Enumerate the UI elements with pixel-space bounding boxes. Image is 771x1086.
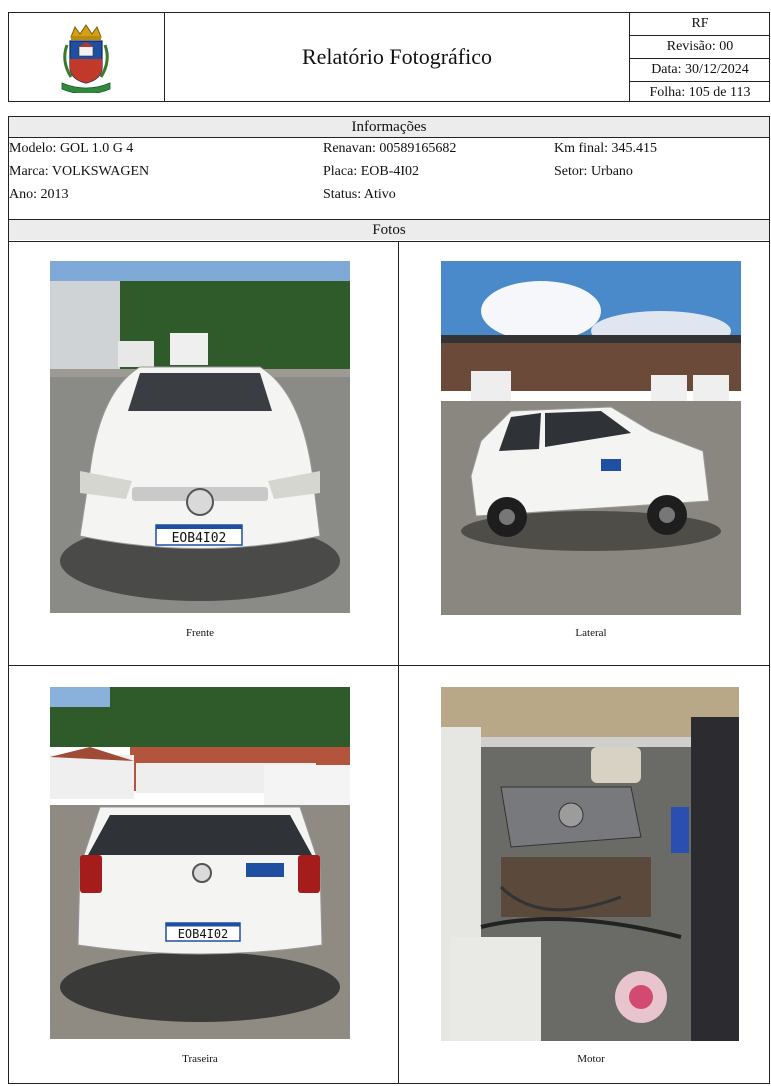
- caption-front: Frente: [185, 627, 215, 639]
- grid-divider-vertical: [398, 241, 399, 1083]
- photo-engine: [441, 687, 739, 1041]
- photos-section-title: Fotos: [9, 219, 769, 240]
- info-section-title: Informações: [9, 117, 769, 138]
- municipal-coat-of-arms-icon: [61, 24, 111, 93]
- vehicle-model: Modelo: GOL 1.0 G 4: [9, 141, 134, 156]
- photo-front: EOB4I02: [50, 261, 350, 613]
- vehicle-plate: Placa: EOB-4I02: [323, 164, 420, 179]
- vehicle-brand: Marca: VOLKSWAGEN: [9, 164, 150, 179]
- vehicle-year: Ano: 2013: [9, 187, 69, 202]
- report-header: Relatório Fotográfico RF Revisão: 00 Dat…: [8, 12, 770, 102]
- logo-cell: [9, 13, 165, 101]
- photo-side: [441, 261, 741, 615]
- front-plate-text: EOB4I02: [172, 531, 227, 546]
- caption-side: Lateral: [575, 627, 607, 639]
- vehicle-renavan: Renavan: 00589165682: [323, 141, 457, 156]
- document-revision: Revisão: 00: [630, 36, 770, 59]
- document-code: RF: [630, 13, 770, 36]
- document-sheet: Folha: 105 de 113: [649, 85, 751, 100]
- photo-rear: EOB4I02: [50, 687, 350, 1039]
- vehicle-sector: Setor: Urbano: [554, 164, 633, 179]
- vehicle-km-final: Km final: 345.415: [554, 141, 658, 156]
- vehicle-status: Status: Ativo: [323, 187, 396, 202]
- document-meta: RF Revisão: 00 Data: 30/12/2024 Folha: 1…: [630, 13, 770, 101]
- vehicle-info-section: Informações Modelo: GOL 1.0 G 4 Marca: V…: [8, 116, 770, 242]
- caption-engine: Motor: [577, 1053, 605, 1065]
- caption-rear: Traseira: [182, 1053, 218, 1065]
- grid-divider-horizontal: [9, 665, 769, 666]
- rear-plate-text: EOB4I02: [178, 927, 229, 941]
- photo-grid: EOB4I02 Frente Lateral EOB4I02 Traseira …: [8, 241, 770, 1084]
- document-date: Data: 30/12/2024: [630, 59, 770, 82]
- report-title: Relatório Fotográfico: [165, 13, 630, 101]
